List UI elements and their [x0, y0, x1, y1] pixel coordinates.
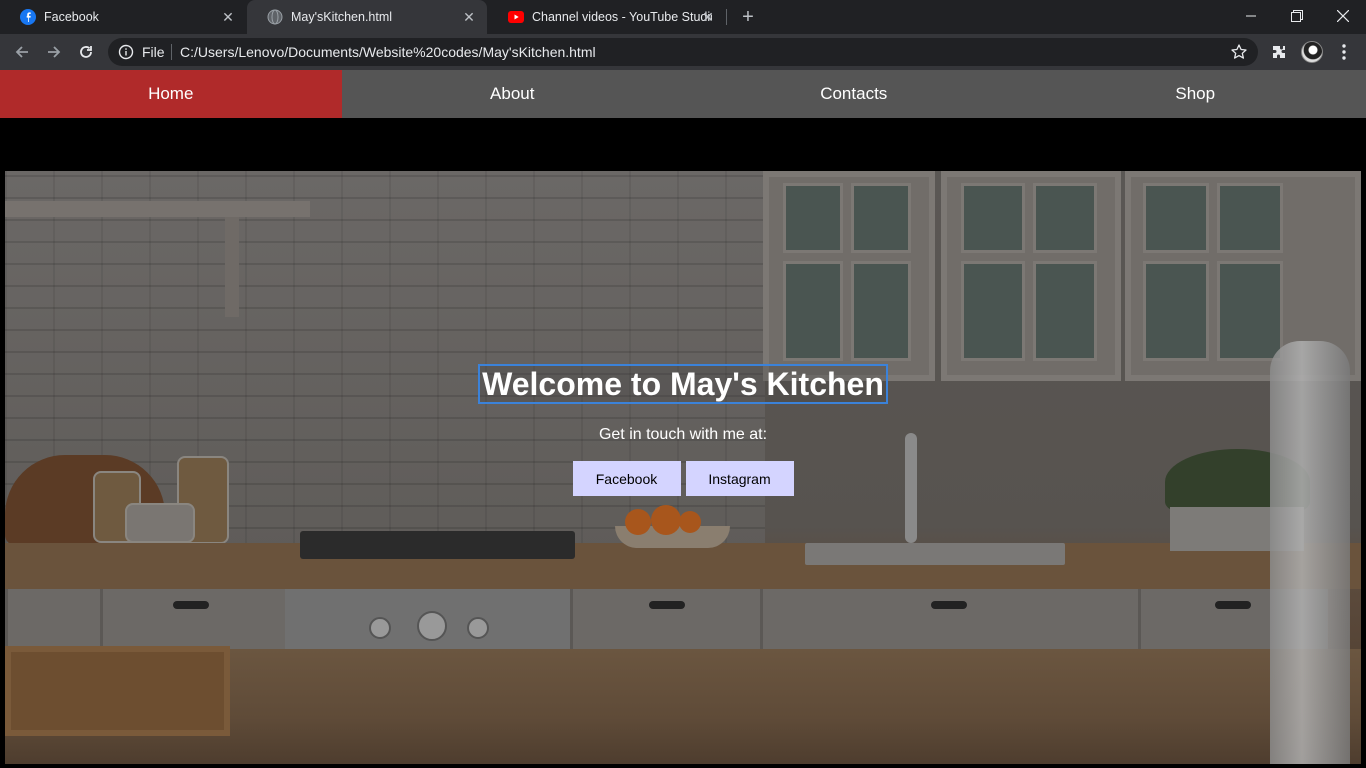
globe-icon: [267, 9, 283, 25]
extensions-icon[interactable]: [1268, 41, 1290, 63]
info-icon[interactable]: [118, 44, 134, 60]
tab-title: Channel videos - YouTube Studio: [532, 10, 712, 24]
hero-banner: Welcome to May's Kitchen Get in touch wi…: [5, 171, 1361, 764]
close-tab-icon[interactable]: ✕: [220, 9, 236, 25]
gas-stove: [300, 531, 575, 559]
lower-cabinet: [570, 589, 760, 649]
tab-mays-kitchen[interactable]: May'sKitchen.html ✕: [247, 0, 487, 34]
minimize-icon[interactable]: [1228, 0, 1274, 32]
tab-separator: [726, 9, 727, 25]
nav-shop[interactable]: Shop: [1025, 70, 1366, 118]
wooden-tray: [5, 646, 230, 736]
sink: [805, 543, 1065, 565]
restore-icon[interactable]: [1274, 0, 1320, 32]
lower-cabinet: [5, 589, 100, 649]
oven: [285, 589, 570, 649]
close-tab-icon[interactable]: ✕: [461, 9, 477, 25]
social-buttons: Facebook Instagram: [5, 461, 1361, 496]
orange: [651, 505, 681, 535]
tab-title: May'sKitchen.html: [291, 10, 393, 24]
menu-kebab-icon[interactable]: [1333, 41, 1355, 63]
tab-title: Facebook: [44, 10, 99, 24]
site-nav: Home About Contacts Shop: [0, 70, 1366, 118]
bookmark-star-icon[interactable]: [1230, 43, 1248, 61]
nav-home[interactable]: Home: [0, 70, 342, 118]
facebook-button[interactable]: Facebook: [572, 461, 681, 496]
new-tab-icon[interactable]: +: [738, 7, 758, 27]
lower-cabinet: [100, 589, 285, 649]
shelf-bracket: [225, 217, 239, 317]
nav-contacts[interactable]: Contacts: [683, 70, 1025, 118]
back-icon[interactable]: [8, 38, 36, 66]
hero-content: Welcome to May's Kitchen Get in touch wi…: [5, 364, 1361, 496]
glass-jar: [125, 503, 195, 543]
forward-icon[interactable]: [40, 38, 68, 66]
youtube-icon: [508, 9, 524, 25]
close-window-icon[interactable]: [1320, 0, 1366, 32]
instagram-button[interactable]: Instagram: [685, 461, 794, 496]
close-tab-icon[interactable]: ✕: [700, 9, 716, 25]
profile-avatar-icon[interactable]: [1301, 41, 1323, 63]
wall-shelf: [5, 201, 310, 217]
hero-title: Welcome to May's Kitchen: [478, 364, 888, 404]
scheme-label: File: [142, 44, 165, 60]
orange: [625, 509, 651, 535]
hero-subtitle: Get in touch with me at:: [598, 426, 768, 443]
orange: [679, 511, 701, 533]
tab-youtube-studio[interactable]: Channel videos - YouTube Studio ✕: [488, 0, 726, 34]
lower-cabinet: [760, 589, 1138, 649]
browser-toolbar: File C:/Users/Lenovo/Documents/Website%2…: [0, 34, 1366, 70]
tab-facebook[interactable]: Facebook ✕: [0, 0, 246, 34]
tab-strip: Facebook ✕ May'sKitchen.html ✕ Channel v…: [0, 0, 1366, 34]
glass-cabinet: [941, 171, 1121, 381]
address-bar[interactable]: File C:/Users/Lenovo/Documents/Website%2…: [108, 38, 1258, 66]
facebook-icon: [20, 9, 36, 25]
omnibox-divider: [171, 44, 172, 60]
reload-icon[interactable]: [72, 38, 100, 66]
nav-about[interactable]: About: [342, 70, 684, 118]
countertop: [5, 543, 1361, 589]
web-page: Home About Contacts Shop Welcome to May'…: [0, 70, 1366, 768]
glass-cabinet: [763, 171, 935, 381]
url-text[interactable]: C:/Users/Lenovo/Documents/Website%20code…: [180, 44, 596, 60]
